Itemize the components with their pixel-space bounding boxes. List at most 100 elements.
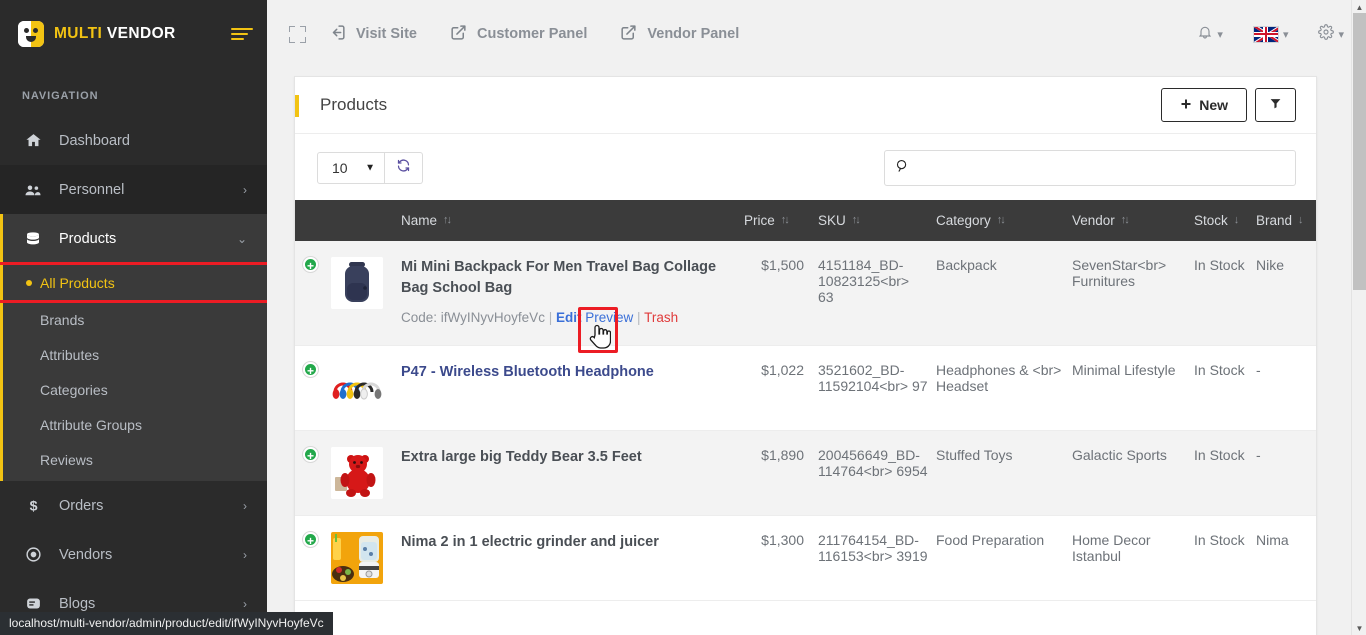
cell-category: Food Preparation xyxy=(936,515,1072,600)
brand-text: MULTI VENDOR xyxy=(54,25,176,43)
chevron-right-icon: › xyxy=(243,499,247,513)
expand-row-icon[interactable]: + xyxy=(303,362,318,377)
expand-row-icon[interactable]: + xyxy=(303,447,318,462)
page-length-group: 10 25 50 100 ▼ xyxy=(317,152,423,184)
logo-icon xyxy=(18,21,44,47)
sidebar-item-vendors[interactable]: Vendors › xyxy=(0,530,267,579)
cell-name: Mi Mini Backpack For Men Travel Bag Coll… xyxy=(401,241,744,345)
page-length-select[interactable]: 10 25 50 100 xyxy=(317,152,385,184)
uk-flag-icon xyxy=(1253,26,1279,43)
sidebar-item-personnel[interactable]: Personnel › xyxy=(0,165,267,214)
sidebar-brand: MULTI VENDOR xyxy=(0,0,267,68)
cell-expand: + xyxy=(295,241,331,345)
sidebar-item-label: Orders xyxy=(59,498,103,514)
chevron-down-icon: ▾ xyxy=(1338,28,1344,41)
edit-link[interactable]: Edit xyxy=(556,310,582,325)
customer-panel-link[interactable]: Customer Panel xyxy=(449,23,587,46)
cell-price: $1,500 xyxy=(744,241,818,345)
settings-button[interactable]: ▾ xyxy=(1318,24,1344,45)
cell-stock: In Stock xyxy=(1194,515,1256,600)
scrollbar-thumb[interactable] xyxy=(1353,13,1366,290)
col-category[interactable]: Category ↑↓ xyxy=(936,200,1072,241)
scroll-down-arrow-icon[interactable]: ▼ xyxy=(1352,621,1366,635)
col-name[interactable]: Name ↑↓ xyxy=(401,200,744,241)
fullscreen-icon[interactable] xyxy=(289,26,306,43)
language-selector[interactable]: ▾ xyxy=(1253,26,1289,43)
sidebar-subitem-label: Attributes xyxy=(40,347,99,363)
cell-category: Backpack xyxy=(936,241,1072,345)
search-input[interactable] xyxy=(884,150,1296,186)
cell-category: Stuffed Toys xyxy=(936,430,1072,515)
sidebar-item-attribute-groups[interactable]: Attribute Groups xyxy=(0,407,267,442)
sidebar-item-products[interactable]: Products ⌄ xyxy=(0,214,267,263)
col-expand xyxy=(295,200,331,241)
refresh-button[interactable] xyxy=(385,152,423,184)
cell-vendor: Minimal Lifestyle xyxy=(1072,345,1194,430)
chevron-down-icon: ⌄ xyxy=(237,232,247,246)
table-toolbar: 10 25 50 100 ▼ xyxy=(295,134,1316,200)
sidebar-item-dashboard[interactable]: Dashboard xyxy=(0,116,267,165)
cell-name: P47 - Wireless Bluetooth Headphone xyxy=(401,345,744,430)
visit-site-link[interactable]: Visit Site xyxy=(328,23,417,46)
products-panel: Products New 10 xyxy=(294,76,1317,635)
top-link-label: Visit Site xyxy=(356,26,417,42)
sidebar-subitem-label: Brands xyxy=(40,312,84,328)
col-vendor[interactable]: Vendor ↑↓ xyxy=(1072,200,1194,241)
preview-link[interactable]: Preview xyxy=(585,310,633,325)
expand-row-icon[interactable]: + xyxy=(303,532,318,547)
col-brand[interactable]: Brand ↓ xyxy=(1256,200,1316,241)
sidebar-item-label: Blogs xyxy=(59,596,95,612)
filter-button[interactable] xyxy=(1255,88,1296,122)
sidebar-submenu-products: All Products Brands Attributes Categorie… xyxy=(0,265,267,481)
col-sku[interactable]: SKU ↑↓ xyxy=(818,200,936,241)
cell-price: $1,022 xyxy=(744,345,818,430)
cell-name: Nima 2 in 1 electric grinder and juicer xyxy=(401,515,744,600)
product-name[interactable]: P47 - Wireless Bluetooth Headphone xyxy=(401,362,736,383)
svg-text:$: $ xyxy=(29,498,37,514)
col-vendor-label: Vendor xyxy=(1072,213,1115,228)
sidebar-item-categories[interactable]: Categories xyxy=(0,372,267,407)
table-row: + Nima 2 in 1 electric grinder and juice… xyxy=(295,515,1316,600)
scroll-up-arrow-icon[interactable]: ▲ xyxy=(1352,0,1366,14)
sort-icon: ↑↓ xyxy=(997,215,1004,226)
cell-expand: + xyxy=(295,515,331,600)
trash-link[interactable]: Trash xyxy=(644,310,678,325)
top-link-label: Customer Panel xyxy=(477,26,587,42)
notifications-button[interactable]: ▾ xyxy=(1197,24,1223,45)
enter-arrow-icon xyxy=(328,23,347,46)
sidebar-item-attributes[interactable]: Attributes xyxy=(0,337,267,372)
col-stock[interactable]: Stock ↓ xyxy=(1194,200,1256,241)
sidebar: MULTI VENDOR NAVIGATION Dashboard Person… xyxy=(0,0,267,635)
sidebar-subitem-label: Categories xyxy=(40,382,108,398)
cell-sku: 200456649_BD-114764<br> 6954 xyxy=(818,430,936,515)
page-title: Products xyxy=(320,95,387,115)
col-price[interactable]: Price ↑↓ xyxy=(744,200,818,241)
cell-brand: Nike xyxy=(1256,241,1316,345)
cell-stock: In Stock xyxy=(1194,241,1256,345)
vertical-scrollbar[interactable]: ▲ ▼ xyxy=(1351,0,1366,635)
new-product-button[interactable]: New xyxy=(1161,88,1247,122)
sidebar-item-all-products[interactable]: All Products xyxy=(0,265,267,300)
status-bar-url: localhost/multi-vendor/admin/product/edi… xyxy=(0,612,333,635)
chevron-right-icon: › xyxy=(243,183,247,197)
gear-icon xyxy=(1318,24,1334,45)
cell-brand: - xyxy=(1256,430,1316,515)
nav-heading: NAVIGATION xyxy=(0,68,267,116)
product-name[interactable]: Extra large big Teddy Bear 3.5 Feet xyxy=(401,447,736,468)
external-link-icon xyxy=(449,23,468,46)
expand-row-icon[interactable]: + xyxy=(303,257,318,272)
vendor-panel-link[interactable]: Vendor Panel xyxy=(619,23,739,46)
cell-thumbnail xyxy=(331,241,401,345)
sidebar-item-orders[interactable]: $ Orders › xyxy=(0,481,267,530)
page-length-wrapper: 10 25 50 100 ▼ xyxy=(317,152,385,184)
product-name[interactable]: Mi Mini Backpack For Men Travel Bag Coll… xyxy=(401,257,736,299)
product-name[interactable]: Nima 2 in 1 electric grinder and juicer xyxy=(401,532,736,553)
brand-part-1: MULTI xyxy=(54,25,102,42)
sidebar-item-brands[interactable]: Brands xyxy=(0,302,267,337)
table-body: + Mi Mini Backpack For Men Travel Bag Co… xyxy=(295,241,1316,600)
sidebar-item-reviews[interactable]: Reviews xyxy=(0,442,267,477)
panel-header-actions: New xyxy=(1161,88,1296,122)
cell-vendor: Home Decor Istanbul xyxy=(1072,515,1194,600)
brand-part-2: VENDOR xyxy=(107,25,176,42)
hamburger-menu-icon[interactable] xyxy=(231,26,253,42)
